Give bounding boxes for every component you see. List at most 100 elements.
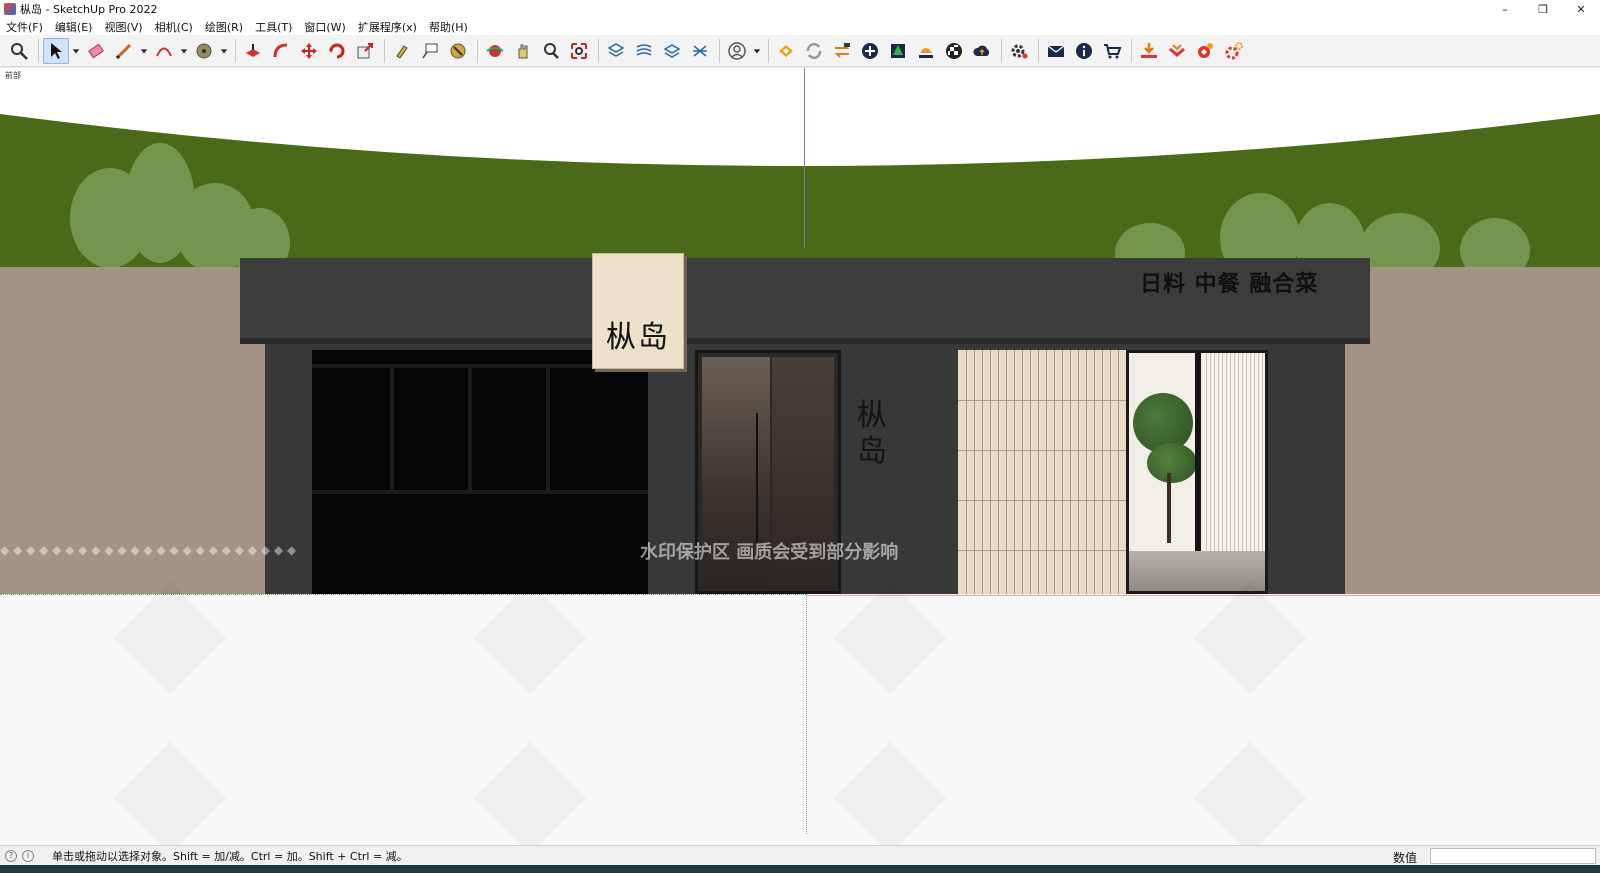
tape-icon[interactable] xyxy=(191,38,217,64)
toolbar-separator xyxy=(1038,38,1039,63)
window-mullion xyxy=(468,364,472,494)
blue-axis-dotted xyxy=(806,594,807,834)
toolbar-separator xyxy=(1001,38,1002,63)
refresh-icon[interactable] xyxy=(801,38,827,64)
measurements-input[interactable] xyxy=(1430,848,1596,864)
rotate-icon[interactable] xyxy=(324,38,350,64)
sketchup-logo-icon xyxy=(4,3,16,15)
lattice-rail xyxy=(958,400,1126,401)
info-status-icon[interactable]: i xyxy=(22,849,34,862)
warehouse-icon[interactable] xyxy=(773,38,799,64)
measurements-label: 数值 xyxy=(1393,851,1418,865)
arc-dropdown-icon[interactable] xyxy=(179,38,189,64)
layers-icon[interactable] xyxy=(603,38,629,64)
menu-window[interactable]: 窗口(W) xyxy=(298,19,351,35)
select-icon[interactable] xyxy=(43,37,69,64)
menu-edit[interactable]: 编辑(E) xyxy=(49,19,99,35)
tape-dropdown-icon[interactable] xyxy=(219,38,229,64)
zoom-window-icon[interactable] xyxy=(538,38,564,64)
red-axis-line xyxy=(806,595,1600,596)
zoom-icon[interactable] xyxy=(6,38,32,64)
move-icon[interactable] xyxy=(296,38,322,64)
user-dropdown-icon[interactable] xyxy=(752,38,762,64)
toolbar-separator xyxy=(768,38,769,63)
geo-location-icon[interactable]: ? xyxy=(5,849,17,862)
lattice-rail xyxy=(958,450,1126,451)
import-icon[interactable] xyxy=(1136,38,1162,64)
tree-icon[interactable] xyxy=(885,38,911,64)
blue-axis-line xyxy=(804,68,805,248)
door-handle xyxy=(756,413,758,543)
settings-icon[interactable] xyxy=(1220,38,1246,64)
cloud-icon[interactable] xyxy=(969,38,995,64)
follow-me-icon[interactable] xyxy=(268,38,294,64)
components-icon[interactable] xyxy=(659,38,685,64)
styles-icon[interactable] xyxy=(631,38,657,64)
toolbar-separator xyxy=(719,38,720,63)
toolbar-separator xyxy=(477,38,478,63)
taskbar-strip xyxy=(0,865,1600,873)
gear-icon[interactable] xyxy=(1006,38,1032,64)
model-viewport[interactable]: 前部 枞岛 枞 岛 日料 中餐 融合菜 ◆ ◆ ◆ ◆ ◆ ◆ ◆ ◆ ◆ ◆ … xyxy=(0,67,1600,845)
export-icon[interactable] xyxy=(1164,38,1190,64)
green-axis-line xyxy=(0,594,806,595)
zoom-extents-icon[interactable] xyxy=(566,38,592,64)
menu-view[interactable]: 视图(V) xyxy=(98,19,148,35)
cart-icon[interactable] xyxy=(1099,38,1125,64)
render-icon[interactable] xyxy=(1192,38,1218,64)
ground-plane xyxy=(0,594,1600,845)
eraser-icon[interactable] xyxy=(83,38,109,64)
menu-file[interactable]: 文件(F) xyxy=(0,19,49,35)
vertical-sign-char: 岛 xyxy=(857,434,887,469)
toolbar-separator xyxy=(235,38,236,63)
pan-icon[interactable] xyxy=(510,38,536,64)
tree-trunk xyxy=(1167,473,1171,543)
pencil-dropdown-icon[interactable] xyxy=(139,38,149,64)
vertical-sign-char: 枞 xyxy=(857,398,887,433)
window-mullion xyxy=(390,364,394,494)
scene-tab-label[interactable]: 前部 xyxy=(5,70,21,81)
solar-icon[interactable] xyxy=(913,38,939,64)
menu-extensions[interactable]: 扩展程序(x) xyxy=(352,19,423,35)
cuisine-lettering: 日料 中餐 融合菜 xyxy=(1140,272,1319,297)
title-bar: 枞岛 - SketchUp Pro 2022 – ❐ ✕ xyxy=(0,0,1600,18)
add-icon[interactable] xyxy=(857,38,883,64)
menu-tools[interactable]: 工具(T) xyxy=(249,19,298,35)
menu-help[interactable]: 帮助(H) xyxy=(423,19,474,35)
shop-sign-text: 枞岛 xyxy=(606,320,670,355)
section-icon[interactable] xyxy=(445,38,471,64)
text-icon[interactable] xyxy=(417,38,443,64)
status-bar: ? i 单击或拖动以选择对象。Shift = 加/减。Ctrl = 加。Shif… xyxy=(0,845,1600,865)
materials-icon[interactable] xyxy=(687,38,713,64)
select-dropdown-icon[interactable] xyxy=(71,38,81,64)
shop-sign-board: 枞岛 xyxy=(592,253,684,369)
share-icon[interactable] xyxy=(829,38,855,64)
restore-button[interactable]: ❐ xyxy=(1524,0,1562,18)
watermark-text: 水印保护区 画质会受到部分影响 xyxy=(640,542,899,563)
push-pull-icon[interactable] xyxy=(240,38,266,64)
menu-draw[interactable]: 绘图(R) xyxy=(199,19,249,35)
window-mullion xyxy=(312,490,648,494)
mail-icon[interactable] xyxy=(1043,38,1069,64)
vertical-sign: 枞 岛 xyxy=(852,398,892,470)
lattice-rail xyxy=(958,500,1126,501)
pine-tree xyxy=(1147,443,1197,483)
main-toolbar xyxy=(0,35,1600,67)
toolbar-separator xyxy=(598,38,599,63)
window-controls: – ❐ ✕ xyxy=(1486,0,1600,18)
arc-icon[interactable] xyxy=(151,38,177,64)
menu-camera[interactable]: 相机(C) xyxy=(149,19,199,35)
pencil-icon[interactable] xyxy=(111,38,137,64)
checker-icon[interactable] xyxy=(941,38,967,64)
menu-bar: 文件(F) 编辑(E) 视图(V) 相机(C) 绘图(R) 工具(T) 窗口(W… xyxy=(0,18,1600,35)
paint-icon[interactable] xyxy=(389,38,415,64)
scale-icon[interactable] xyxy=(352,38,378,64)
close-button[interactable]: ✕ xyxy=(1562,0,1600,18)
minimize-button[interactable]: – xyxy=(1486,0,1524,18)
toolbar-separator xyxy=(1131,38,1132,63)
user-icon[interactable] xyxy=(724,38,750,64)
orbit-icon[interactable] xyxy=(482,38,508,64)
window-title: 枞岛 - SketchUp Pro 2022 xyxy=(20,3,158,16)
grass-backdrop xyxy=(0,114,1600,278)
info-icon[interactable] xyxy=(1071,38,1097,64)
